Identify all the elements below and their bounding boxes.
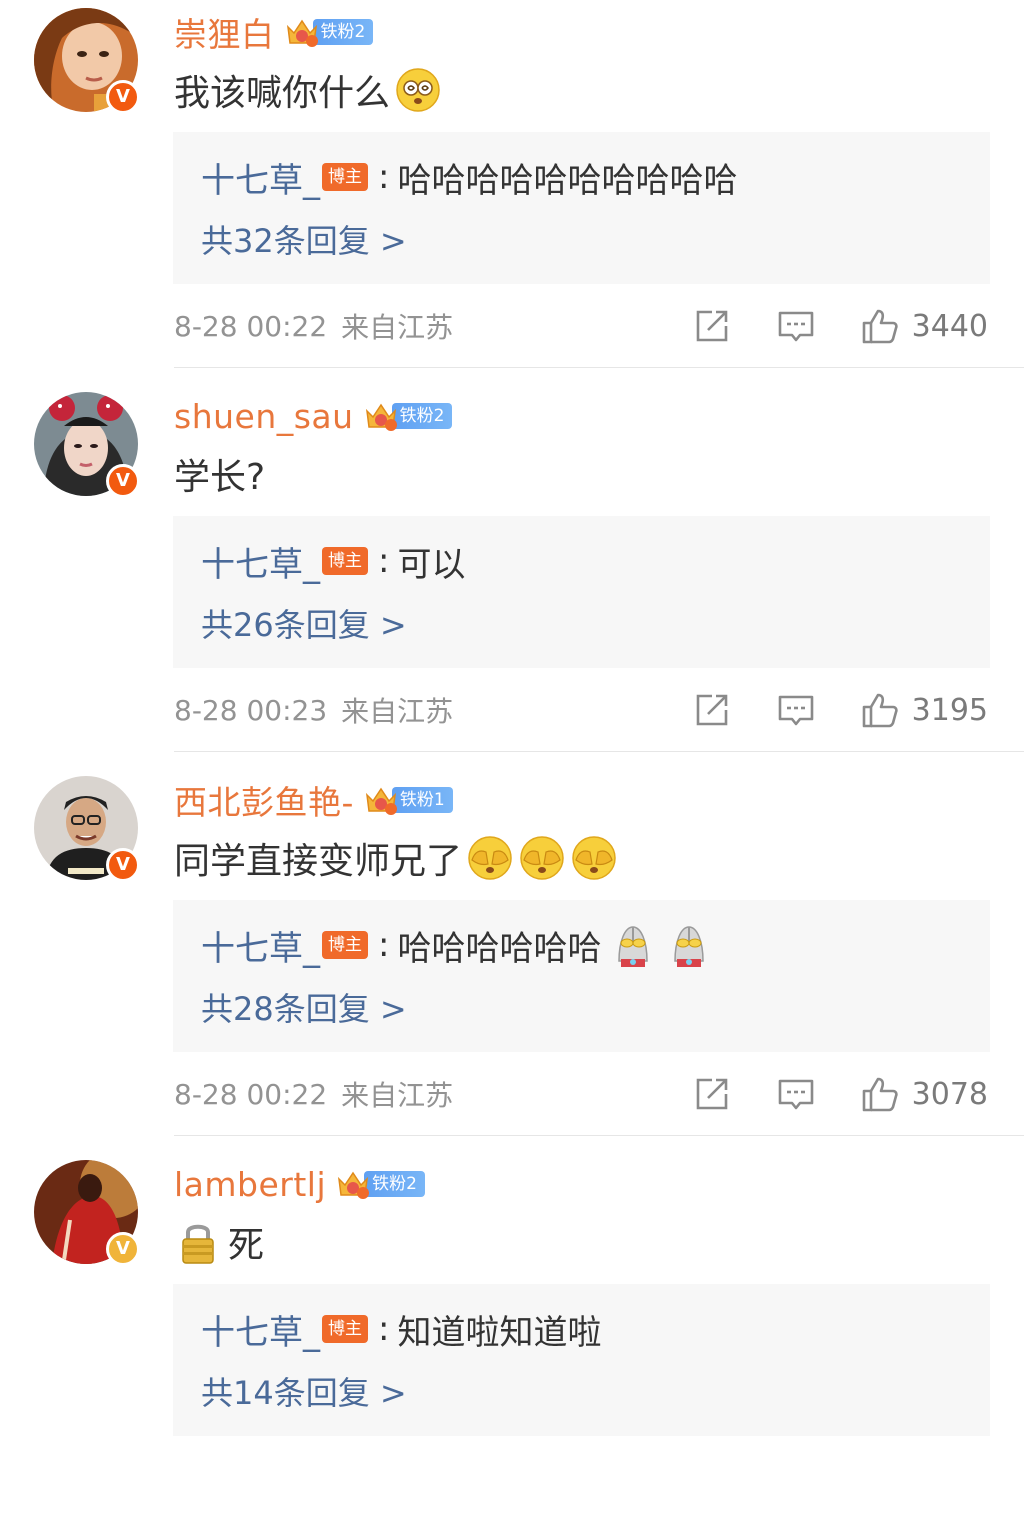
comment-meta: 8-28 00:23 来自江苏	[174, 684, 453, 736]
comment-body: 死	[228, 1225, 265, 1266]
username[interactable]: shuen_sau	[174, 397, 354, 436]
reply-content: 知道啦知道啦	[397, 1312, 602, 1353]
divider	[174, 751, 1024, 752]
comment-text: 同学直接变师兄了	[174, 830, 618, 886]
divider	[174, 367, 1024, 368]
verified-badge: V	[106, 1232, 140, 1266]
fan-badge[interactable]: 铁粉1	[364, 785, 453, 815]
fan-badge[interactable]: 铁粉2	[336, 1169, 425, 1199]
reply-colon: :	[378, 925, 390, 965]
username[interactable]: 崇狸白	[174, 8, 275, 56]
username[interactable]: 西北彭鱼艳-	[174, 776, 354, 824]
reply-content: 哈哈哈哈哈哈哈哈哈哈	[397, 160, 738, 201]
comment-body: 学长?	[174, 457, 266, 498]
share-icon[interactable]	[692, 690, 732, 730]
verified-badge: V	[106, 848, 140, 882]
thumbs-up-icon[interactable]	[860, 306, 900, 346]
face-covering-emoji	[468, 836, 512, 880]
blogger-tag: 博主	[322, 931, 368, 959]
comment-item: V 崇狸白 铁粉2 我该喊你什么 十七草_ 博主 : 哈哈哈哈哈哈哈哈哈哈 共3…	[0, 0, 1024, 384]
comment-actions: 3195	[692, 684, 988, 736]
like-count: 3078	[911, 1076, 988, 1112]
reply-author[interactable]: 十七草_	[201, 921, 320, 970]
timestamp: 8-28 00:22	[174, 309, 328, 343]
fan-badge[interactable]: 铁粉2	[364, 401, 453, 431]
comment-actions: 3440	[692, 300, 988, 352]
reply-preview[interactable]: 十七草_ 博主 : 可以 共26条回复 >	[173, 516, 990, 668]
reply-colon: :	[378, 157, 390, 197]
share-icon[interactable]	[692, 1074, 732, 1114]
thumbs-up-icon[interactable]	[860, 1074, 900, 1114]
reply-content: 哈哈哈哈哈哈	[397, 928, 602, 969]
comment-text: 我该喊你什么	[174, 62, 442, 118]
location: 来自江苏	[341, 695, 454, 728]
comment-body: 同学直接变师兄了	[174, 841, 463, 882]
reply-preview[interactable]: 十七草_ 博主 : 哈哈哈哈哈哈 共28条回复 >	[173, 900, 990, 1052]
blogger-tag: 博主	[322, 1315, 368, 1343]
comment-meta: 8-28 00:22 来自江苏	[174, 1068, 453, 1120]
comment-icon[interactable]	[776, 1074, 816, 1114]
reply-preview[interactable]: 十七草_ 博主 : 哈哈哈哈哈哈哈哈哈哈 共32条回复 >	[173, 132, 990, 284]
reply-author[interactable]: 十七草_	[201, 537, 320, 586]
verified-badge: V	[106, 80, 140, 114]
face-covering-emoji	[520, 836, 564, 880]
comment-text: 学长?	[174, 446, 265, 502]
crown-icon	[286, 19, 318, 47]
fan-badge-label: 铁粉2	[391, 403, 453, 429]
share-icon[interactable]	[692, 306, 732, 346]
fan-badge-label: 铁粉2	[364, 1171, 425, 1197]
timestamp: 8-28 00:22	[174, 1077, 328, 1111]
reply-line: 十七草_ 博主 : 哈哈哈哈哈哈哈哈哈哈	[201, 148, 737, 206]
reply-author[interactable]: 十七草_	[201, 1305, 320, 1354]
location: 来自江苏	[341, 311, 454, 344]
thumbs-up-icon[interactable]	[860, 690, 900, 730]
reply-content: 可以	[397, 544, 466, 585]
username[interactable]: lambertlj	[174, 1165, 326, 1204]
comment-item: V 西北彭鱼艳- 铁粉1 同学直接变师兄了 十七草_ 博主: 哈哈哈哈哈哈 共…	[0, 768, 1024, 1152]
fan-badge[interactable]: 铁粉2	[285, 17, 374, 47]
reply-line: 十七草_ 博主 : 知道啦知道啦	[201, 1300, 601, 1358]
fan-badge-label: 铁粉2	[312, 19, 374, 45]
reply-line: 十七草_ 博主 : 哈哈哈哈哈哈	[201, 916, 713, 974]
crown-icon	[338, 1171, 370, 1199]
comment-icon[interactable]	[776, 690, 816, 730]
verified-badge: V	[106, 464, 140, 498]
comment-icon[interactable]	[776, 306, 816, 346]
view-replies-link[interactable]: 共28条回复 >	[201, 984, 407, 1034]
view-replies-link[interactable]: 共26条回复 >	[201, 600, 407, 650]
ultraman-emoji	[618, 926, 649, 967]
divider	[174, 1135, 1024, 1136]
reply-colon: :	[378, 541, 390, 581]
crown-icon	[365, 787, 397, 815]
fan-badge-label: 铁粉1	[391, 787, 453, 813]
comment-item: V lambertlj 铁粉2 死 十七草_ 博主 : 知道啦知道啦 共14条回…	[0, 1152, 1024, 1536]
dizzy-face-emoji	[396, 68, 440, 112]
blogger-tag: 博主	[322, 547, 368, 575]
lock-emoji	[182, 1224, 214, 1264]
face-covering-emoji	[572, 836, 616, 880]
location: 来自江苏	[341, 1079, 454, 1112]
ultraman-emoji	[674, 926, 705, 967]
view-replies-link[interactable]: 共32条回复 >	[201, 216, 407, 266]
comment-text: 死	[174, 1214, 264, 1270]
comment-body: 我该喊你什么	[174, 73, 391, 114]
crown-icon	[365, 403, 397, 431]
reply-colon: :	[378, 1309, 390, 1349]
like-count: 3440	[911, 308, 988, 344]
comment-actions: 3078	[692, 1068, 988, 1120]
blogger-tag: 博主	[322, 163, 368, 191]
reply-line: 十七草_ 博主 : 可以	[201, 532, 465, 590]
reply-preview[interactable]: 十七草_ 博主 : 知道啦知道啦 共14条回复 >	[173, 1284, 990, 1436]
comment-item: V shuen_sau 铁粉2 学长? 十七草_ 博主 : 可以 共26条回复 …	[0, 384, 1024, 768]
timestamp: 8-28 00:23	[174, 693, 328, 727]
reply-author[interactable]: 十七草_	[201, 153, 320, 202]
comment-meta: 8-28 00:22 来自江苏	[174, 300, 453, 352]
like-count: 3195	[911, 692, 988, 728]
